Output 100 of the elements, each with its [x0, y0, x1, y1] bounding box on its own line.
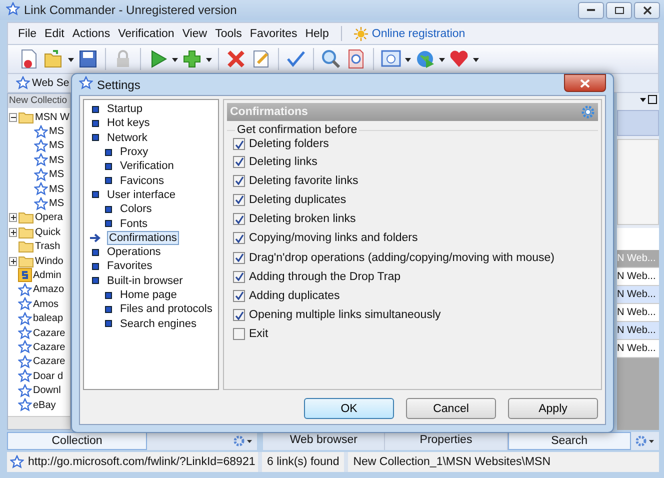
settings-nav-item[interactable]: Hot keys [106, 117, 151, 130]
menu-item[interactable]: Tools [215, 28, 242, 40]
dialog-button[interactable]: Apply [508, 398, 598, 419]
settings-nav-item[interactable]: Favicons [119, 174, 166, 187]
save-icon[interactable] [77, 48, 99, 70]
menu-item[interactable]: File [18, 28, 37, 40]
checkbox-label[interactable]: Drag'n'drop operations (adding/copying/moving with mouse) [249, 252, 554, 264]
settings-nav-item[interactable]: Operations [106, 246, 162, 258]
settings-icon[interactable] [581, 105, 595, 119]
settings-nav-item[interactable]: Home page [119, 289, 178, 301]
collapse-toggle[interactable] [9, 112, 17, 122]
registration-link[interactable]: Online registration [372, 28, 466, 40]
window-icon[interactable] [380, 48, 402, 70]
checkbox[interactable] [233, 309, 245, 322]
search-icon[interactable] [320, 48, 342, 70]
panel-tab[interactable]: Collection [7, 432, 147, 450]
tree-item[interactable]: Amazo [33, 284, 64, 296]
tree-item[interactable]: baleap [33, 313, 64, 324]
bullet-icon [92, 191, 99, 198]
checkbox[interactable] [233, 213, 245, 226]
add-icon[interactable] [181, 48, 203, 70]
dialog-button[interactable]: Cancel [406, 398, 496, 419]
checkbox[interactable] [233, 138, 245, 150]
result-cell[interactable]: N Web... [617, 304, 659, 322]
checkbox[interactable] [233, 290, 245, 302]
checkbox-label[interactable]: Deleting favorite links [249, 174, 358, 187]
tree-item[interactable]: Cazare [33, 342, 66, 353]
panel-tab[interactable]: Search [508, 432, 631, 450]
settings-nav-item[interactable]: Built-in browser [106, 274, 184, 287]
settings-nav-item[interactable]: Files and protocols [119, 303, 214, 316]
checkbox-label[interactable]: Deleting folders [249, 138, 329, 150]
settings-nav-item[interactable]: Network [106, 132, 148, 144]
delete-icon[interactable] [225, 48, 247, 70]
result-cell[interactable]: N Web... [617, 268, 659, 286]
minimize-button[interactable] [578, 2, 604, 18]
maximize-icon[interactable] [648, 95, 657, 104]
settings-nav-item[interactable]: Confirmations [107, 230, 179, 245]
checkbox[interactable] [233, 232, 245, 244]
settings-nav-item[interactable]: Proxy [119, 146, 150, 158]
maximize-button[interactable] [606, 2, 632, 18]
tree-item[interactable]: Cazare [33, 328, 66, 339]
result-cell[interactable]: N Web... [617, 340, 659, 358]
site-icon [18, 268, 32, 282]
checkbox[interactable] [233, 270, 245, 283]
tree-item[interactable]: MS [49, 184, 64, 195]
menu-item[interactable]: Verification [118, 28, 174, 40]
settings-nav-item[interactable]: Favorites [106, 260, 154, 272]
dialog-button[interactable]: OK [304, 398, 394, 419]
menu-item[interactable]: Edit [44, 28, 64, 40]
tree-item[interactable]: Doar d [33, 370, 64, 382]
checkbox[interactable] [233, 156, 245, 168]
bullet-icon [92, 248, 99, 256]
checkbox-label[interactable]: Deleting links [249, 156, 318, 168]
checkbox-label[interactable]: Adding through the Drop Trap [249, 270, 401, 283]
menu-item[interactable]: View [182, 28, 208, 40]
checkbox-label[interactable]: Opening multiple links simultaneously [249, 309, 441, 322]
tree-item[interactable]: MS [49, 126, 64, 138]
horizontal-scrollbar[interactable] [8, 416, 70, 429]
settings-nav-item[interactable]: Search engines [119, 318, 198, 330]
expand-toggle[interactable] [9, 228, 17, 237]
checkbox-label[interactable]: Exit [249, 328, 268, 340]
tree-item[interactable]: Downl [33, 385, 61, 396]
bullet-icon [105, 320, 112, 328]
settings-nav-item[interactable]: Startup [106, 103, 144, 116]
menu-item[interactable]: Help [305, 28, 329, 40]
close-button[interactable] [634, 2, 660, 18]
checkbox[interactable] [233, 174, 245, 187]
settings-nav-item[interactable]: Fonts [119, 218, 149, 230]
result-cell[interactable]: N Web... [617, 322, 659, 340]
tree-item[interactable]: Windo [35, 256, 64, 267]
tree-item[interactable]: Opera [35, 212, 63, 224]
checkbox[interactable] [233, 194, 245, 206]
menu-item[interactable]: Favorites [250, 28, 298, 40]
close-button[interactable] [564, 74, 606, 92]
checkbox-label[interactable]: Adding duplicates [249, 290, 340, 302]
checkbox-label[interactable]: Deleting duplicates [249, 194, 346, 206]
bookmark-link[interactable]: Web Se [32, 77, 70, 89]
result-cell[interactable]: N Web... [617, 286, 659, 304]
checkbox-label[interactable]: Copying/moving links and folders [249, 232, 418, 244]
expand-toggle[interactable] [9, 213, 17, 222]
tree-item[interactable]: Admin [33, 270, 62, 281]
star-icon [18, 282, 32, 297]
tree-item[interactable]: MS [49, 198, 64, 210]
tree-item[interactable]: MS [49, 140, 64, 152]
tree-item[interactable]: Amos [33, 298, 59, 310]
tree-item[interactable]: MS [49, 169, 64, 180]
tree-item[interactable]: eBay [33, 400, 56, 410]
expand-toggle[interactable] [9, 256, 17, 266]
checkbox[interactable] [233, 252, 245, 264]
settings-nav-item[interactable]: Colors [119, 203, 153, 216]
tree-item[interactable]: Trash [35, 241, 60, 252]
checkbox-label[interactable]: Deleting broken links [249, 213, 356, 226]
tree-item[interactable]: Quick [35, 226, 61, 238]
tree-item[interactable]: Cazare [33, 356, 66, 368]
settings-nav-item[interactable]: User interface [106, 188, 176, 201]
tree-item[interactable]: MSN W [35, 112, 70, 123]
tree-item[interactable]: MS [49, 154, 64, 166]
settings-nav-item[interactable]: Verification [119, 160, 175, 172]
menu-item[interactable]: Actions [72, 28, 110, 40]
checkbox[interactable] [233, 328, 245, 340]
